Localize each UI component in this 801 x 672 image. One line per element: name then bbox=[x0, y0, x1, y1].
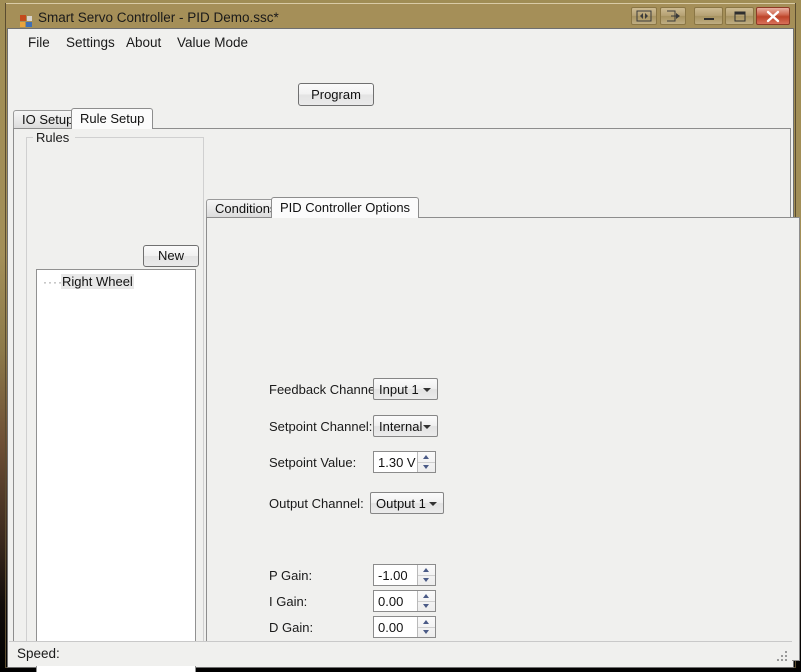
stepper-buttons[interactable] bbox=[417, 452, 435, 472]
menu-bar: File Settings About Value Mode bbox=[8, 29, 793, 54]
menu-item-file[interactable]: File bbox=[22, 33, 56, 52]
i-gain-label: I Gain: bbox=[269, 594, 308, 609]
pid-controller-options-page: Feedback Channel: Input 1 Setpoint Chann… bbox=[206, 217, 800, 661]
tree-item-label: Right Wheel bbox=[61, 274, 134, 289]
rules-group-label: Rules bbox=[34, 130, 72, 145]
menu-item-value-mode[interactable]: Value Mode bbox=[171, 33, 254, 52]
stepper-buttons[interactable] bbox=[417, 617, 435, 637]
restore-down-arrows-icon-button[interactable] bbox=[631, 7, 657, 25]
minimize-icon-button[interactable] bbox=[694, 7, 723, 25]
rule-setup-tab-page: Rules New Rule ···· Right Wheel Rule Typ… bbox=[13, 128, 800, 672]
feedback-channel-label: Feedback Channel: bbox=[269, 382, 382, 397]
close-icon-button[interactable] bbox=[756, 7, 790, 25]
new-rule-button[interactable]: New Rule bbox=[143, 245, 199, 283]
setpoint-value-label: Setpoint Value: bbox=[269, 455, 357, 470]
chevron-down-icon bbox=[423, 388, 431, 392]
output-channel-combobox[interactable]: Output 1 bbox=[370, 492, 444, 514]
menu-item-settings[interactable]: Settings bbox=[60, 33, 121, 52]
stepper-down-icon[interactable] bbox=[418, 601, 435, 611]
setpoint-channel-value: Internal bbox=[379, 419, 423, 434]
application-icon bbox=[20, 15, 32, 27]
tree-connector-icon: ···· bbox=[43, 274, 63, 289]
setpoint-channel-label: Setpoint Channel: bbox=[269, 419, 373, 434]
chevron-down-icon bbox=[429, 502, 437, 506]
resize-grip-icon[interactable] bbox=[777, 651, 789, 663]
rules-tree-view[interactable]: ···· Right Wheel bbox=[36, 269, 196, 672]
program-button[interactable]: Program bbox=[298, 83, 374, 106]
stepper-down-icon[interactable] bbox=[418, 575, 435, 585]
tab-rule-setup[interactable]: Rule Setup bbox=[71, 108, 154, 129]
tree-item-right-wheel[interactable]: ···· Right Wheel bbox=[43, 274, 134, 289]
i-gain-value: 0.00 bbox=[378, 594, 404, 609]
tab-pid-controller-options[interactable]: PID Controller Options bbox=[271, 197, 420, 218]
export-icon-button[interactable] bbox=[660, 7, 686, 25]
client-area: File Settings About Value Mode Program I… bbox=[7, 28, 800, 672]
d-gain-stepper[interactable]: 0.00 bbox=[373, 616, 436, 638]
application-window: Smart Servo Controller - PID Demo.ssc* F… bbox=[0, 0, 801, 672]
stepper-buttons[interactable] bbox=[417, 591, 435, 611]
status-bar: Speed: bbox=[9, 641, 792, 666]
rule-detail-tab-strip: Conditions PID Controller Options bbox=[206, 197, 792, 218]
feedback-channel-combobox[interactable]: Input 1 bbox=[373, 378, 438, 400]
d-gain-label: D Gain: bbox=[269, 620, 314, 635]
speed-status-label: Speed: bbox=[17, 646, 60, 661]
stepper-down-icon[interactable] bbox=[418, 627, 435, 637]
setpoint-channel-combobox[interactable]: Internal bbox=[373, 415, 438, 437]
stepper-down-icon[interactable] bbox=[418, 462, 435, 472]
menu-item-about[interactable]: About bbox=[120, 33, 167, 52]
setpoint-value-stepper[interactable]: 1.30 V bbox=[373, 451, 436, 473]
output-channel-value: Output 1 bbox=[376, 496, 426, 511]
stepper-buttons[interactable] bbox=[417, 565, 435, 585]
p-gain-stepper[interactable]: -1.00 bbox=[373, 564, 436, 586]
main-tab-strip: IO Setup Rule Setup bbox=[13, 108, 791, 129]
output-channel-label: Output Channel: bbox=[269, 496, 364, 511]
p-gain-label: P Gain: bbox=[269, 568, 313, 583]
window-title: Smart Servo Controller - PID Demo.ssc* bbox=[38, 10, 279, 25]
p-gain-value: -1.00 bbox=[378, 568, 408, 583]
chevron-down-icon bbox=[423, 425, 431, 429]
d-gain-value: 0.00 bbox=[378, 620, 404, 635]
setpoint-value-value: 1.30 V bbox=[378, 455, 416, 470]
i-gain-stepper[interactable]: 0.00 bbox=[373, 590, 436, 612]
feedback-channel-value: Input 1 bbox=[379, 382, 419, 397]
maximize-icon-button[interactable] bbox=[725, 7, 754, 25]
